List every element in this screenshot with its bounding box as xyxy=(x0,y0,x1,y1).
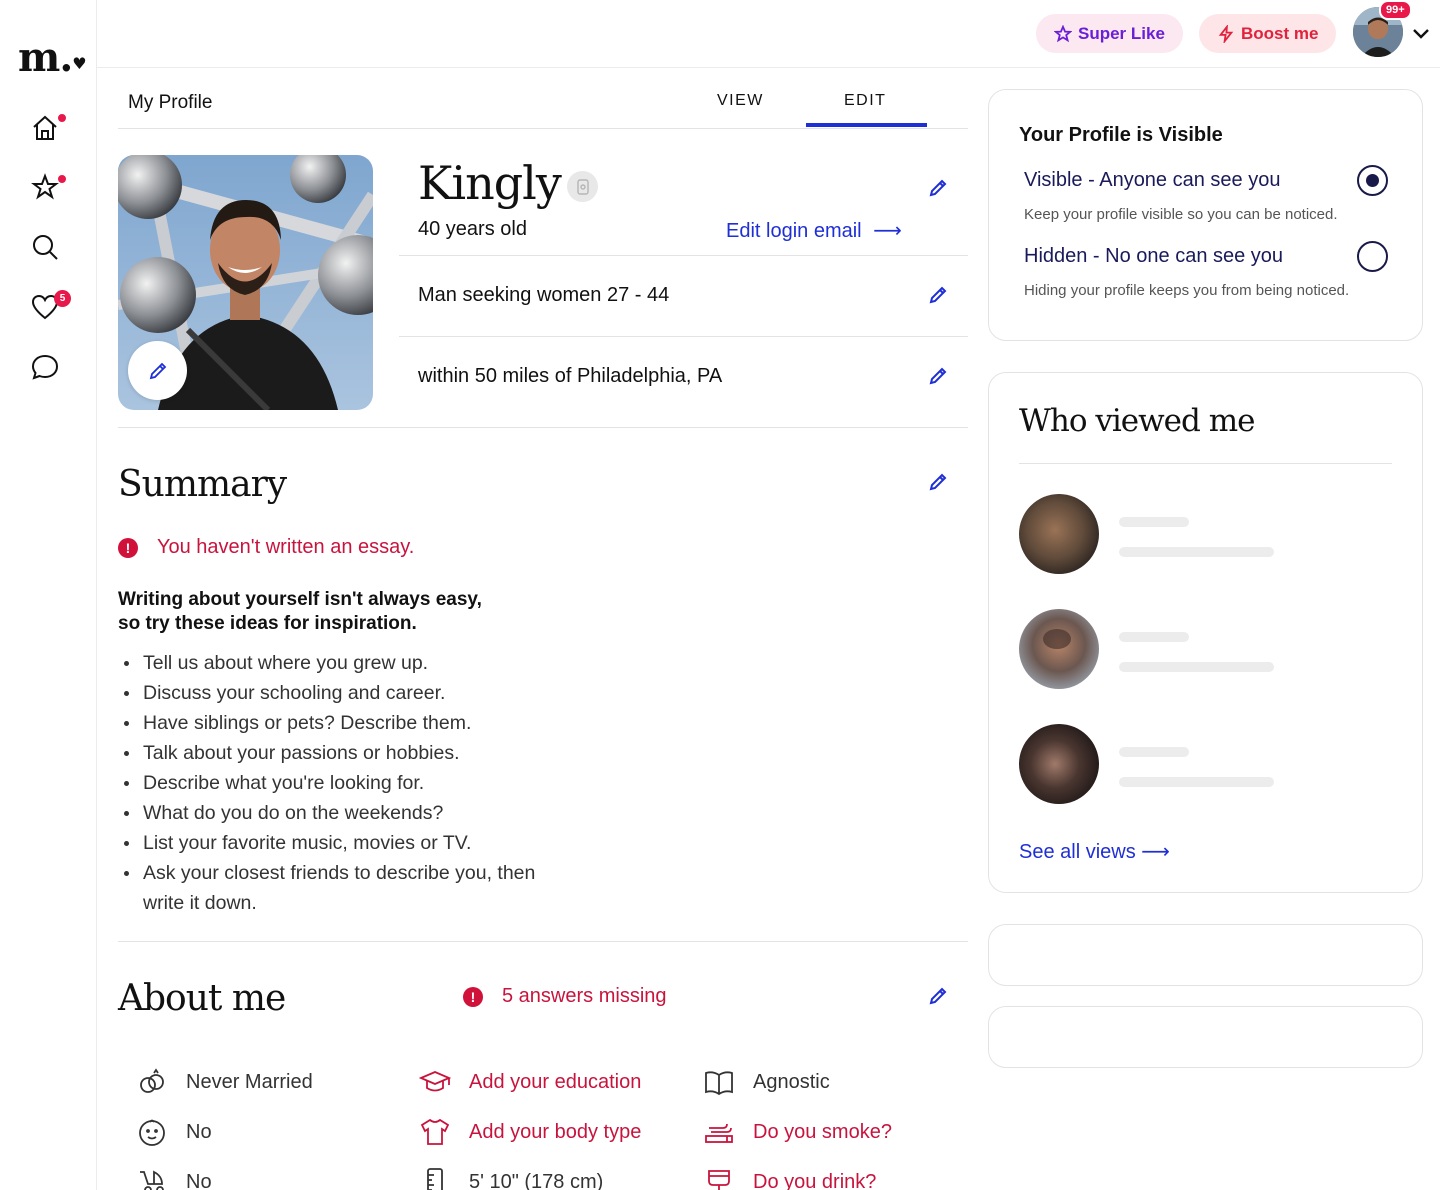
who-viewed-me-title: Who viewed me xyxy=(1019,403,1255,439)
pencil-icon xyxy=(149,362,166,379)
home-icon[interactable] xyxy=(30,113,67,147)
divider xyxy=(118,427,968,428)
likes-count-badge: 5 xyxy=(54,290,71,307)
list-item: Tell us about where you grew up. xyxy=(118,648,538,678)
smoking[interactable]: Do you smoke? xyxy=(703,1116,892,1148)
has-children[interactable]: No xyxy=(136,1116,212,1148)
profile-name: Kingly xyxy=(418,156,562,210)
seeking-preference: Man seeking women 27 - 44 xyxy=(418,284,670,306)
divider xyxy=(399,336,968,337)
chevron-down-icon[interactable] xyxy=(1411,24,1431,44)
edit-login-email-link[interactable]: Edit login email ⟶ xyxy=(726,218,902,243)
summary-heading: Summary xyxy=(118,464,287,505)
active-tab-indicator xyxy=(806,123,927,127)
alert-icon: ! xyxy=(463,987,483,1007)
tab-edit[interactable]: EDIT xyxy=(844,92,886,110)
star-outline-icon xyxy=(1054,24,1072,42)
visible-option-label[interactable]: Visible - Anyone can see you xyxy=(1024,169,1280,192)
edit-summary-pencil-icon[interactable] xyxy=(928,472,950,494)
empty-card xyxy=(988,1006,1423,1068)
hidden-option-label[interactable]: Hidden - No one can see you xyxy=(1024,245,1283,268)
empty-card xyxy=(988,924,1423,986)
marital-status[interactable]: Never Married xyxy=(136,1066,313,1098)
drink-icon xyxy=(708,1170,730,1190)
body-type[interactable]: Add your body type xyxy=(419,1116,641,1148)
viewer-avatar-blurred[interactable] xyxy=(1019,724,1099,804)
top-bar: Super Like Boost me 99+ xyxy=(97,0,1440,68)
heart-likes-icon[interactable]: 5 xyxy=(30,290,71,326)
alert-icon: ! xyxy=(118,538,138,558)
answers-missing-alert: 5 answers missing xyxy=(502,985,667,1007)
list-item: Discuss your schooling and career. xyxy=(118,678,538,708)
star-icon[interactable] xyxy=(30,172,67,206)
divider xyxy=(1019,463,1392,464)
list-item: Have siblings or pets? Describe them. xyxy=(118,708,538,738)
profile-age: 40 years old xyxy=(418,218,527,240)
ruler-icon xyxy=(427,1168,443,1190)
list-item: What do you do on the weekends? xyxy=(118,798,538,828)
visible-option-description: Keep your profile visible so you can be … xyxy=(1024,206,1338,223)
edit-seeking-pencil-icon[interactable] xyxy=(928,285,950,307)
profile-visibility-card: Your Profile is Visible Visible - Anyone… xyxy=(988,89,1423,341)
lightning-icon xyxy=(1218,24,1234,43)
essay-ideas-list: Tell us about where you grew up. Discuss… xyxy=(118,648,538,918)
chat-icon[interactable] xyxy=(30,352,64,386)
drinking[interactable]: Do you drink? xyxy=(703,1166,876,1190)
viewer-avatar-blurred[interactable] xyxy=(1019,609,1099,689)
verify-phone-icon[interactable] xyxy=(567,171,598,202)
divider xyxy=(118,941,968,942)
edit-about-pencil-icon[interactable] xyxy=(928,986,950,1008)
list-item: List your favorite music, movies or TV. xyxy=(118,828,538,858)
viewer-name-placeholder xyxy=(1119,517,1189,527)
arrow-right-icon: ⟶ xyxy=(1141,841,1170,863)
viewer-name-placeholder xyxy=(1119,632,1189,642)
list-item: Talk about your passions or hobbies. xyxy=(118,738,538,768)
viewer-info-placeholder xyxy=(1119,777,1274,787)
home-notification-dot xyxy=(57,113,67,123)
who-viewed-me-card: Who viewed me See all views ⟶ xyxy=(988,372,1423,893)
edit-location-pencil-icon[interactable] xyxy=(928,366,950,388)
viewer-avatar-blurred[interactable] xyxy=(1019,494,1099,574)
see-all-views-link[interactable]: See all views ⟶ xyxy=(1019,839,1170,864)
education[interactable]: Add your education xyxy=(419,1066,641,1098)
boost-me-button[interactable]: Boost me xyxy=(1199,14,1337,53)
list-item: Describe what you're looking for. xyxy=(118,768,538,798)
viewer-info-placeholder xyxy=(1119,662,1274,672)
viewer-name-placeholder xyxy=(1119,747,1189,757)
photo-edit-button[interactable] xyxy=(128,341,187,400)
star-notification-dot xyxy=(57,174,67,184)
book-icon xyxy=(705,1071,733,1096)
visibility-title: Your Profile is Visible xyxy=(1019,124,1223,146)
viewer-info-placeholder xyxy=(1119,547,1274,557)
visible-radio[interactable] xyxy=(1357,165,1388,196)
search-icon[interactable] xyxy=(30,232,64,266)
notifications-badge: 99+ xyxy=(1379,0,1412,20)
location-preference: within 50 miles of Philadelphia, PA xyxy=(418,365,723,387)
shirt-icon xyxy=(420,1118,450,1145)
app-logo[interactable]: m.♥ xyxy=(18,38,87,78)
hidden-radio[interactable] xyxy=(1357,241,1388,272)
profile-tabs-row: My Profile VIEW EDIT xyxy=(118,80,968,129)
tab-view[interactable]: VIEW xyxy=(717,92,764,110)
height[interactable]: 5' 10" (178 cm) xyxy=(419,1166,603,1190)
summary-intro: Writing about yourself isn't always easy… xyxy=(118,589,482,634)
logo-heart-icon: ♥ xyxy=(72,54,86,73)
arrow-right-icon: ⟶ xyxy=(873,220,902,242)
baby-face-icon xyxy=(139,1119,165,1146)
hidden-option-description: Hiding your profile keeps you from being… xyxy=(1024,282,1350,299)
divider xyxy=(399,255,968,256)
about-me-heading: About me xyxy=(118,978,286,1019)
smoke-icon xyxy=(705,1123,733,1143)
wants-children[interactable]: No xyxy=(136,1166,212,1190)
edit-name-pencil-icon[interactable] xyxy=(928,178,950,200)
rings-icon xyxy=(140,1068,164,1093)
my-profile-title: My Profile xyxy=(128,92,213,113)
graduation-cap-icon xyxy=(419,1071,451,1092)
religion[interactable]: Agnostic xyxy=(703,1066,830,1098)
left-nav-rail: m.♥ 5 xyxy=(0,0,97,1190)
stroller-icon xyxy=(140,1170,164,1190)
essay-missing-alert: You haven't written an essay. xyxy=(157,536,415,558)
super-like-button[interactable]: Super Like xyxy=(1036,14,1183,53)
list-item: Ask your closest friends to describe you… xyxy=(118,858,538,918)
